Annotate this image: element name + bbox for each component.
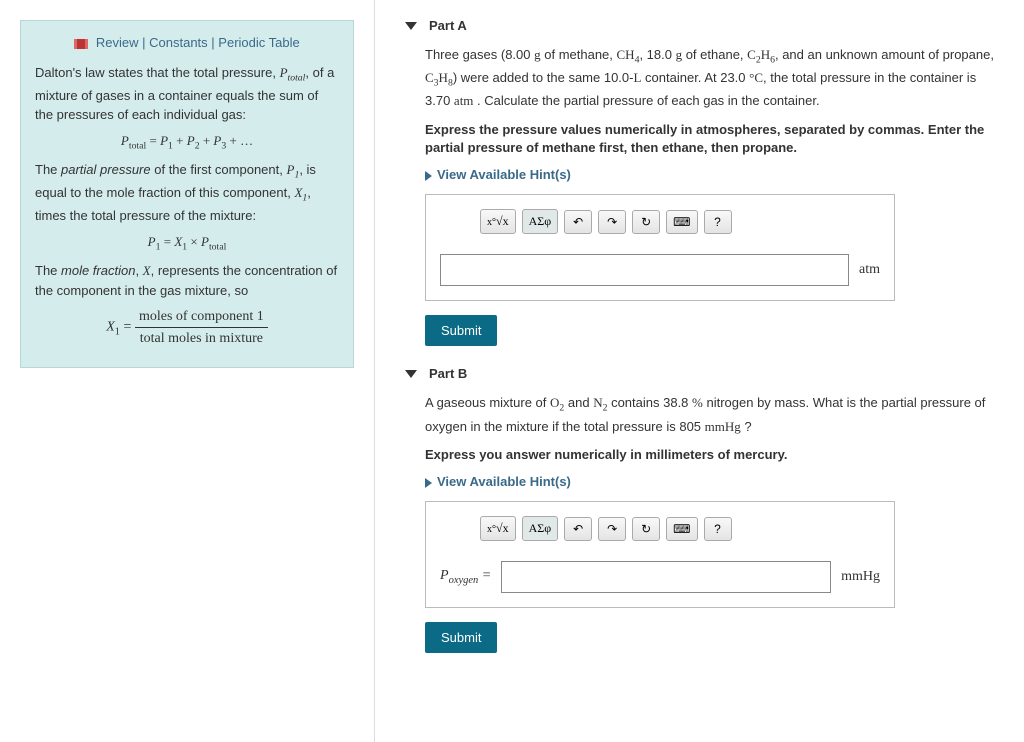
formula-mole: X1 = moles of component 1total moles in …: [35, 306, 339, 349]
part-a-hints[interactable]: View Available Hint(s): [425, 167, 994, 182]
left-panel: Review | Constants | Periodic Table Dalt…: [0, 0, 375, 742]
intro-p3: The mole fraction, X, represents the con…: [35, 261, 339, 300]
intro-box: Review | Constants | Periodic Table Dalt…: [20, 20, 354, 368]
periodic-link[interactable]: Periodic Table: [218, 35, 299, 50]
reset-button[interactable]: ↻: [632, 517, 660, 541]
part-a-header[interactable]: Part A: [405, 18, 994, 33]
review-icon: [74, 39, 88, 49]
part-b-header[interactable]: Part B: [405, 366, 994, 381]
part-b-question: A gaseous mixture of O2 and N2 contains …: [425, 393, 994, 436]
redo-button[interactable]: ↷: [598, 517, 626, 541]
part-b-prefix: Poxygen =: [440, 568, 491, 586]
keyboard-button[interactable]: ⌨: [666, 517, 697, 541]
part-a-unit: atm: [859, 262, 880, 278]
part-a-instruction: Express the pressure values numerically …: [425, 121, 994, 157]
part-a-answer-box: x°√x ΑΣφ ↶ ↷ ↻ ⌨ ? atm: [425, 194, 895, 301]
part-a: Part A Three gases (8.00 g of methane, C…: [405, 18, 994, 346]
caret-down-icon: [405, 22, 417, 30]
part-b-hints[interactable]: View Available Hint(s): [425, 474, 994, 489]
part-b-instruction: Express you answer numerically in millim…: [425, 446, 994, 464]
part-b-input[interactable]: [501, 561, 831, 593]
hint-caret-icon: [425, 171, 432, 181]
part-a-title: Part A: [429, 18, 467, 33]
part-b: Part B A gaseous mixture of O2 and N2 co…: [405, 366, 994, 653]
intro-p2: The partial pressure of the first compon…: [35, 160, 339, 226]
intro-p1: Dalton's law states that the total press…: [35, 63, 339, 125]
top-links: Review | Constants | Periodic Table: [35, 33, 339, 53]
redo-button[interactable]: ↷: [598, 210, 626, 234]
greek-button[interactable]: ΑΣφ: [522, 516, 559, 541]
help-button[interactable]: ?: [704, 210, 732, 234]
part-a-toolbar: x°√x ΑΣφ ↶ ↷ ↻ ⌨ ?: [440, 209, 880, 234]
formula-partial: P1 = X1 × Ptotal: [35, 232, 339, 255]
part-a-question: Three gases (8.00 g of methane, CH4, 18.…: [425, 45, 994, 111]
reset-button[interactable]: ↻: [632, 210, 660, 234]
hint-caret-icon: [425, 478, 432, 488]
part-b-submit[interactable]: Submit: [425, 622, 497, 653]
undo-button[interactable]: ↶: [564, 210, 592, 234]
keyboard-button[interactable]: ⌨: [666, 210, 697, 234]
review-link[interactable]: Review: [96, 35, 139, 50]
templates-button[interactable]: x°√x: [480, 209, 516, 234]
part-a-input[interactable]: [440, 254, 849, 286]
undo-button[interactable]: ↶: [564, 517, 592, 541]
part-a-submit[interactable]: Submit: [425, 315, 497, 346]
part-b-title: Part B: [429, 366, 467, 381]
greek-button[interactable]: ΑΣφ: [522, 209, 559, 234]
part-b-answer-box: x°√x ΑΣφ ↶ ↷ ↻ ⌨ ? Poxygen = mmHg: [425, 501, 895, 608]
right-panel: Part A Three gases (8.00 g of methane, C…: [375, 0, 1024, 742]
help-button[interactable]: ?: [704, 517, 732, 541]
formula-total: Ptotal = P1 + P2 + P3 + …: [35, 131, 339, 154]
constants-link[interactable]: Constants: [149, 35, 208, 50]
part-b-toolbar: x°√x ΑΣφ ↶ ↷ ↻ ⌨ ?: [440, 516, 880, 541]
caret-down-icon: [405, 370, 417, 378]
templates-button[interactable]: x°√x: [480, 516, 516, 541]
part-b-unit: mmHg: [841, 569, 880, 585]
